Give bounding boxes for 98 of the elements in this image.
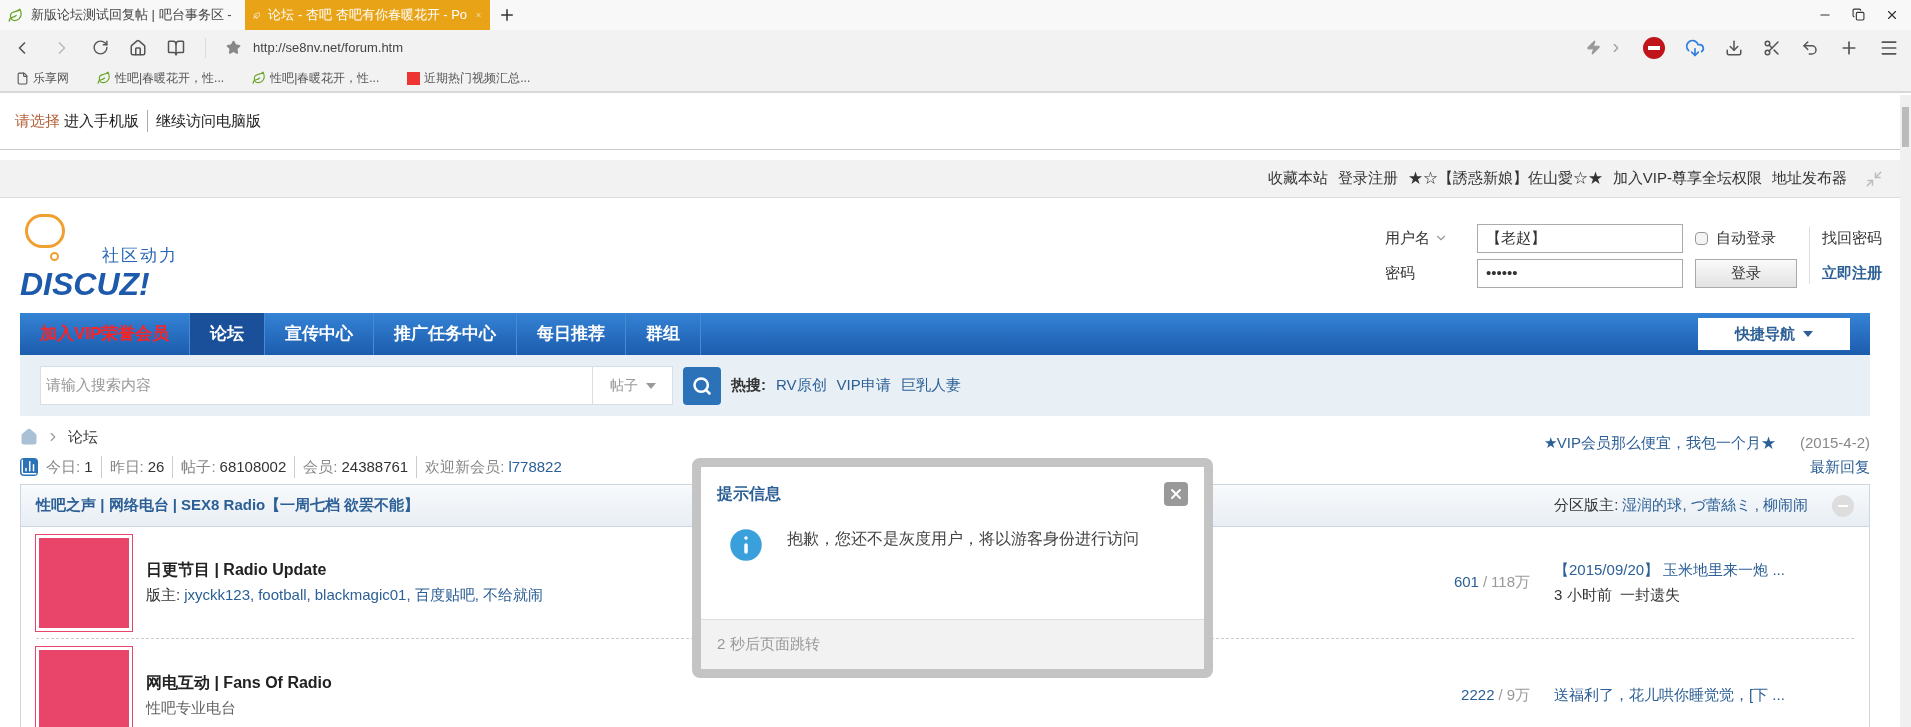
stat-value: 24388761 <box>341 456 409 477</box>
moderator-link[interactable]: jxyckk123, <box>184 584 255 607</box>
close-icon[interactable] <box>1885 8 1899 22</box>
forum-icon-placeholder[interactable] <box>36 647 132 727</box>
hot-search-link[interactable]: RV原创 <box>776 374 827 397</box>
stats-icon <box>20 458 38 476</box>
search-button[interactable] <box>683 366 721 405</box>
breadcrumb-link[interactable]: 论坛 <box>68 426 98 449</box>
moderator-link[interactable]: blackmagic01, <box>314 584 411 607</box>
hot-search-label: 热搜: <box>731 375 766 396</box>
last-post-time: 3 小时前 <box>1554 584 1612 605</box>
restore-icon[interactable] <box>1852 8 1865 21</box>
moderator-link[interactable]: 柳闹闹 <box>1763 494 1808 517</box>
auto-login-label: 自动登录 <box>1716 227 1776 248</box>
moderators-label: 版主: <box>146 585 181 606</box>
bookmark[interactable]: 性吧|春暖花开，性... <box>97 69 225 87</box>
password-field[interactable]: •••••• <box>1477 258 1683 288</box>
moderator-link[interactable]: 不给就闹 <box>482 584 543 607</box>
leaf-icon <box>252 71 267 85</box>
count-separator: / <box>1498 685 1503 703</box>
stat-value: 1 <box>84 456 93 477</box>
forum-description: 性吧专业电台 <box>146 697 236 718</box>
reload-icon[interactable] <box>92 39 109 56</box>
download-icon[interactable] <box>1725 38 1743 57</box>
logo[interactable]: 社区动力 DISCUZ! <box>20 208 200 303</box>
reader-icon[interactable] <box>167 38 185 57</box>
last-post-link[interactable]: 送福利了，花儿哄你睡觉觉，[下 ... <box>1554 683 1854 707</box>
notice-link[interactable]: 进入手机版 <box>64 109 139 133</box>
moderators-label: 分区版主: <box>1554 495 1619 516</box>
password-label: 密码 <box>1385 262 1416 283</box>
post-count: 9万 <box>1506 685 1530 703</box>
login-button[interactable]: 登录 <box>1695 258 1797 288</box>
forum-name[interactable]: 日更节目 | Radio Update <box>146 558 327 583</box>
page-icon <box>16 71 29 85</box>
stat-label: 帖子: <box>172 455 216 479</box>
top-link[interactable]: 地址发布器 <box>1772 167 1847 190</box>
new-tab-icon[interactable] <box>498 6 516 24</box>
top-link[interactable]: ★☆【誘惑新娘】佐山愛☆★ <box>1407 167 1603 190</box>
announcement-link[interactable]: ★VIP会员那么便宜，我包一个月★ <box>1543 432 1776 455</box>
tab-title: 新版论坛测试回复帖 | 吧台事务区 - <box>31 6 233 25</box>
dialog-message: 抱歉，您还不是灰度用户，将以游客身份进行访问 <box>787 529 1140 549</box>
section-title[interactable]: 性吧之声 | 网络电台 | SEX8 Radio【一周七档 欲罢不能】 <box>36 494 420 517</box>
dialog-title: 提示信息 <box>717 483 781 504</box>
stat-label: 昨日: <box>100 455 144 479</box>
moderator-link[interactable]: づ蕾絲ミ , <box>1690 494 1759 517</box>
hot-search-link[interactable]: VIP申请 <box>836 374 891 397</box>
bookmark-favicon-icon <box>407 71 421 85</box>
bookmark[interactable]: 性吧|春暖花开，性... <box>252 69 380 87</box>
star-icon[interactable] <box>226 40 241 55</box>
auto-login-checkbox[interactable] <box>1695 231 1708 245</box>
tab-title: 论坛 - 杏吧 杏吧有你春暖花开 - Po <box>268 6 468 25</box>
quick-nav-button[interactable]: 快捷导航 <box>1698 318 1850 350</box>
stat-label: 会员: <box>294 455 338 479</box>
search-icon <box>692 375 712 396</box>
moderator-link[interactable]: football, <box>258 584 311 607</box>
announcement-date: (2015-4-2) <box>1799 433 1870 453</box>
top-link[interactable]: 收藏本站 <box>1267 167 1328 190</box>
cloud-download-icon[interactable] <box>1685 37 1705 58</box>
lightning-icon[interactable] <box>1586 40 1601 55</box>
bookmark[interactable]: 近期热门视频汇总... <box>407 69 531 87</box>
stat-value: 26 <box>147 456 165 477</box>
notice-link[interactable]: 继续访问电脑版 <box>147 109 261 133</box>
thread-count: 2222 <box>1461 685 1495 703</box>
last-post-link[interactable]: 【2015/09/20】 玉米地里来一炮 ... <box>1554 559 1854 582</box>
post-count: 118万 <box>1491 573 1530 591</box>
scissors-icon[interactable] <box>1763 38 1781 57</box>
scrollbar[interactable] <box>1900 95 1911 727</box>
stat-label: 今日: <box>46 456 81 477</box>
home-icon[interactable] <box>129 38 147 57</box>
stop-sign-icon[interactable] <box>1643 36 1665 59</box>
hot-search-link[interactable]: 巨乳人妻 <box>900 374 961 397</box>
redirect-note: 2 秒后页面跳转 <box>717 634 820 655</box>
last-post-user[interactable]: 一封遗失 <box>1619 583 1680 606</box>
username-label: 用户名 <box>1385 228 1430 248</box>
username-field[interactable]: 【老赵】 <box>1477 223 1683 253</box>
close-button[interactable] <box>1164 481 1188 506</box>
top-link[interactable]: 加入VIP-尊享全坛权限 <box>1612 167 1762 190</box>
caret-icon <box>1803 331 1813 337</box>
stat-value[interactable]: l778822 <box>508 455 562 479</box>
thread-count: 601 <box>1453 573 1479 591</box>
top-link[interactable]: 登录注册 <box>1337 167 1398 190</box>
undo-icon[interactable] <box>1801 38 1819 57</box>
count-separator: / <box>1482 573 1488 591</box>
choose-label: 请选择 <box>15 110 60 131</box>
latest-reply-link[interactable]: 最新回复 <box>1810 455 1870 479</box>
stat-label: 欢迎新会员: <box>416 455 505 479</box>
moderator-link[interactable]: 湿润的球, <box>1622 494 1687 517</box>
bookmark[interactable]: 乐享网 <box>16 69 69 87</box>
caret-icon <box>645 382 656 389</box>
moderator-link[interactable]: 百度贴吧, <box>414 584 479 607</box>
browser-tab[interactable]: 新版论坛测试回复帖 | 吧台事务区 - <box>0 0 245 30</box>
register-link[interactable]: 立即注册 <box>1822 261 1882 284</box>
stat-value: 68108002 <box>219 456 287 477</box>
nav-tab[interactable]: 论坛 <box>190 313 266 355</box>
forgot-password-link[interactable]: 找回密码 <box>1822 227 1882 250</box>
forum-name[interactable]: 网电互动 | Fans Of Radio <box>146 670 332 695</box>
leaf-icon <box>97 71 111 85</box>
site-favicon-icon <box>8 7 23 23</box>
